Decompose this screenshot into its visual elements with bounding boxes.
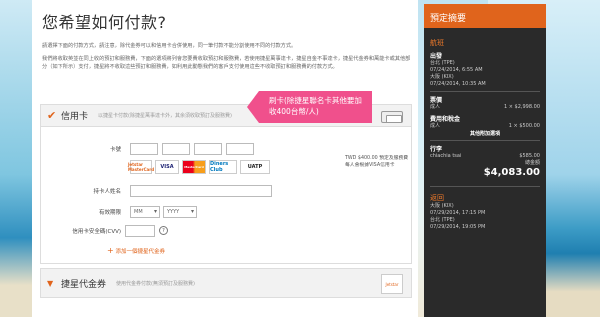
outbound-from-time: 07/24/2014, 6:55 AM [430, 67, 483, 73]
voucher-title: 捷星代金券 [61, 279, 107, 290]
extras-label: 其他附加選項 [469, 131, 500, 137]
outbound-from: 台北 (TPE) [430, 60, 455, 66]
card-holder-label: 持卡人姓名 [93, 189, 121, 195]
fare-row: 成人 1 × $2,998.00 [430, 104, 540, 110]
return-to: 台北 (TPE) [430, 217, 455, 223]
intro-text: 請選擇下面的付款方式，請注意，除代金券可以和信用卡合併使用，同一筆付款不能分割使… [42, 42, 412, 76]
baggage-row: chiachia tsai $585.00 [430, 153, 540, 159]
plus-icon: + [107, 246, 114, 255]
add-voucher-label: 添加一個捷星代金券 [115, 249, 165, 255]
credit-card-section: ✔ 信用卡 以捷星卡付款(除捷星萬事達卡外，其余須收取預訂及服務費) 卡號 Je… [40, 104, 412, 264]
card-number-input-3[interactable] [194, 143, 222, 155]
total-label-row: 總金額 [524, 160, 540, 166]
return-title: 返回 [430, 194, 444, 202]
outbound-title: 出發 [430, 53, 443, 60]
total-amount: $4,083.00 [483, 167, 540, 178]
jetstar-mastercard-logo: Jetstar MasterCard [127, 160, 155, 174]
return-from-time: 07/29/2014, 17:15 PM [430, 210, 486, 216]
expiry-month-select[interactable]: MM [130, 206, 160, 218]
beach-background-left [0, 0, 32, 317]
voucher-subtitle: 使用代金券付款(無須預訂及服務費) [116, 280, 195, 287]
credit-card-title: 信用卡 [61, 112, 89, 122]
baggage-label: 行李 [430, 146, 443, 153]
fare-label: 票價 [430, 97, 443, 104]
expiry-year-select[interactable]: YYYY [163, 206, 197, 218]
return-to-time: 07/29/2014, 19:05 PM [430, 224, 486, 230]
card-holder-input[interactable] [130, 185, 272, 197]
voucher-section-header[interactable]: ▼ 捷星代金券 使用代金券付款(無須預訂及服務費) Jetstar [40, 268, 412, 298]
card-number-label: 卡號 [109, 147, 121, 153]
visa-logo: VISA [155, 160, 179, 174]
page-title: 您希望如何付款? [42, 13, 167, 32]
jetstar-logo: Jetstar [381, 274, 403, 294]
cvv-input[interactable] [125, 225, 155, 237]
expiry-label: 有效期限 [98, 210, 121, 216]
check-icon: ✔ [47, 109, 57, 122]
fees-label: 費用和稅金 [430, 116, 461, 123]
intro-paragraph-1: 請選擇下面的付款方式，請注意，除代金券可以和信用卡合併使用，同一筆付款不能分割使… [42, 43, 297, 49]
fee-note: TWD $400.00 預定及服務費每人會根據VISA信用卡 [345, 156, 409, 168]
fees-row: 成人 1 × $500.00 [430, 123, 540, 129]
credit-cards-icon [381, 111, 403, 123]
intro-paragraph-2: 我們將收取英並在同上收的預訂和服務費，下面的選項將列會您要費收取預訂和服務費，若… [42, 56, 411, 70]
card-number-input-2[interactable] [162, 143, 190, 155]
diners-club-logo: Diners Club [209, 160, 237, 174]
chevron-down-icon: ▼ [47, 278, 54, 288]
outbound-to: 大阪 (KIX) [430, 74, 454, 80]
promo-annotation: 刷卡(除捷星聯名卡其他要加收400台幣/人) [247, 91, 372, 123]
return-from: 大阪 (KIX) [430, 203, 454, 209]
help-icon[interactable]: ? [159, 226, 168, 235]
summary-header: 預定摘要 [424, 4, 546, 28]
card-number-input-1[interactable] [130, 143, 158, 155]
cvv-label: 信用卡安全碼(CVV) [72, 229, 121, 235]
add-voucher-link[interactable]: + 添加一個捷星代金券 [107, 246, 165, 255]
mastercard-logo: MasterCard [182, 160, 206, 174]
payment-main-panel: 您希望如何付款? 請選擇下面的付款方式，請注意，除代金券可以和信用卡合併使用，同… [32, 0, 418, 317]
uatp-logo: UATP [240, 160, 270, 174]
outbound-to-time: 07/24/2014, 10:35 AM [430, 81, 486, 87]
card-number-input-4[interactable] [226, 143, 254, 155]
booking-summary-panel: 預定摘要 航班 出發 台北 (TPE) 07/24/2014, 6:55 AM … [424, 4, 546, 317]
card-logos: Jetstar MasterCard VISA MasterCard Diner… [127, 160, 270, 174]
credit-card-subtitle: 以捷星卡付款(除捷星萬事達卡外，其余須收取預訂及服務費) [98, 113, 232, 119]
flight-section-title: 航班 [430, 39, 444, 47]
